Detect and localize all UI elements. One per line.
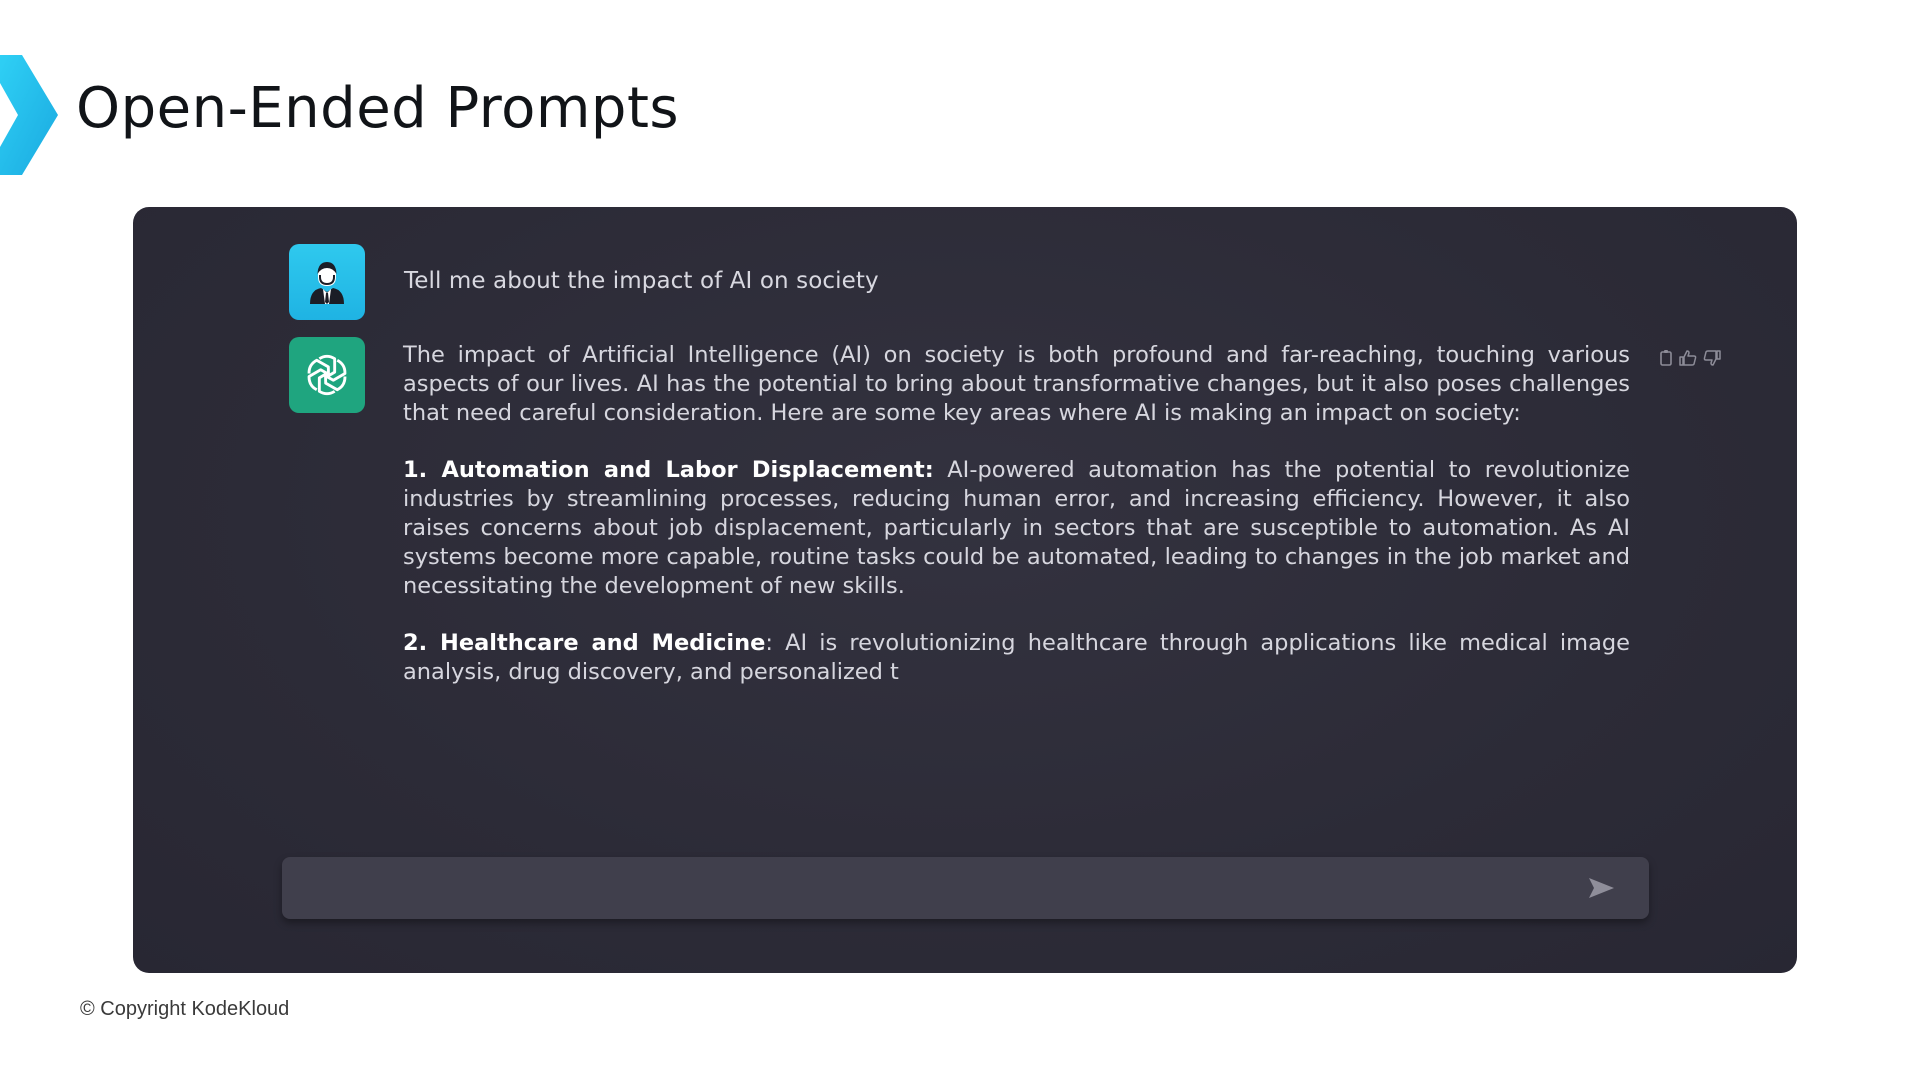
kodekloud-chevron-logo: [0, 55, 58, 175]
thumbs-up-icon[interactable]: [1678, 349, 1698, 367]
user-message: Tell me about the impact of AI on societ…: [404, 268, 879, 294]
slide-title: Open-Ended Prompts: [76, 76, 680, 141]
point-heading: 2. Healthcare and Medicine: [403, 630, 766, 656]
user-avatar-icon: [310, 262, 344, 304]
openai-logo-icon: [307, 354, 347, 396]
response-intro: The impact of Artificial Intelligence (A…: [403, 342, 1630, 426]
message-actions: [1658, 349, 1722, 367]
assistant-response: The impact of Artificial Intelligence (A…: [403, 341, 1630, 715]
copyright-footer: © Copyright KodeKloud: [80, 998, 290, 1020]
response-point: 1. Automation and Labor Displacement: AI…: [403, 456, 1630, 601]
chat-panel: Tell me about the impact of AI on societ…: [133, 207, 1797, 973]
user-avatar: [289, 244, 365, 320]
point-heading: 1. Automation and Labor Displacement:: [403, 457, 934, 483]
message-input[interactable]: [302, 857, 1562, 919]
assistant-avatar: [289, 337, 365, 413]
thumbs-down-icon[interactable]: [1702, 349, 1722, 367]
copy-icon[interactable]: [1658, 349, 1674, 367]
send-button[interactable]: [1587, 875, 1615, 901]
send-icon: [1589, 878, 1614, 898]
response-point: 2. Healthcare and Medicine: AI is revolu…: [403, 629, 1630, 687]
message-composer: [282, 857, 1649, 919]
